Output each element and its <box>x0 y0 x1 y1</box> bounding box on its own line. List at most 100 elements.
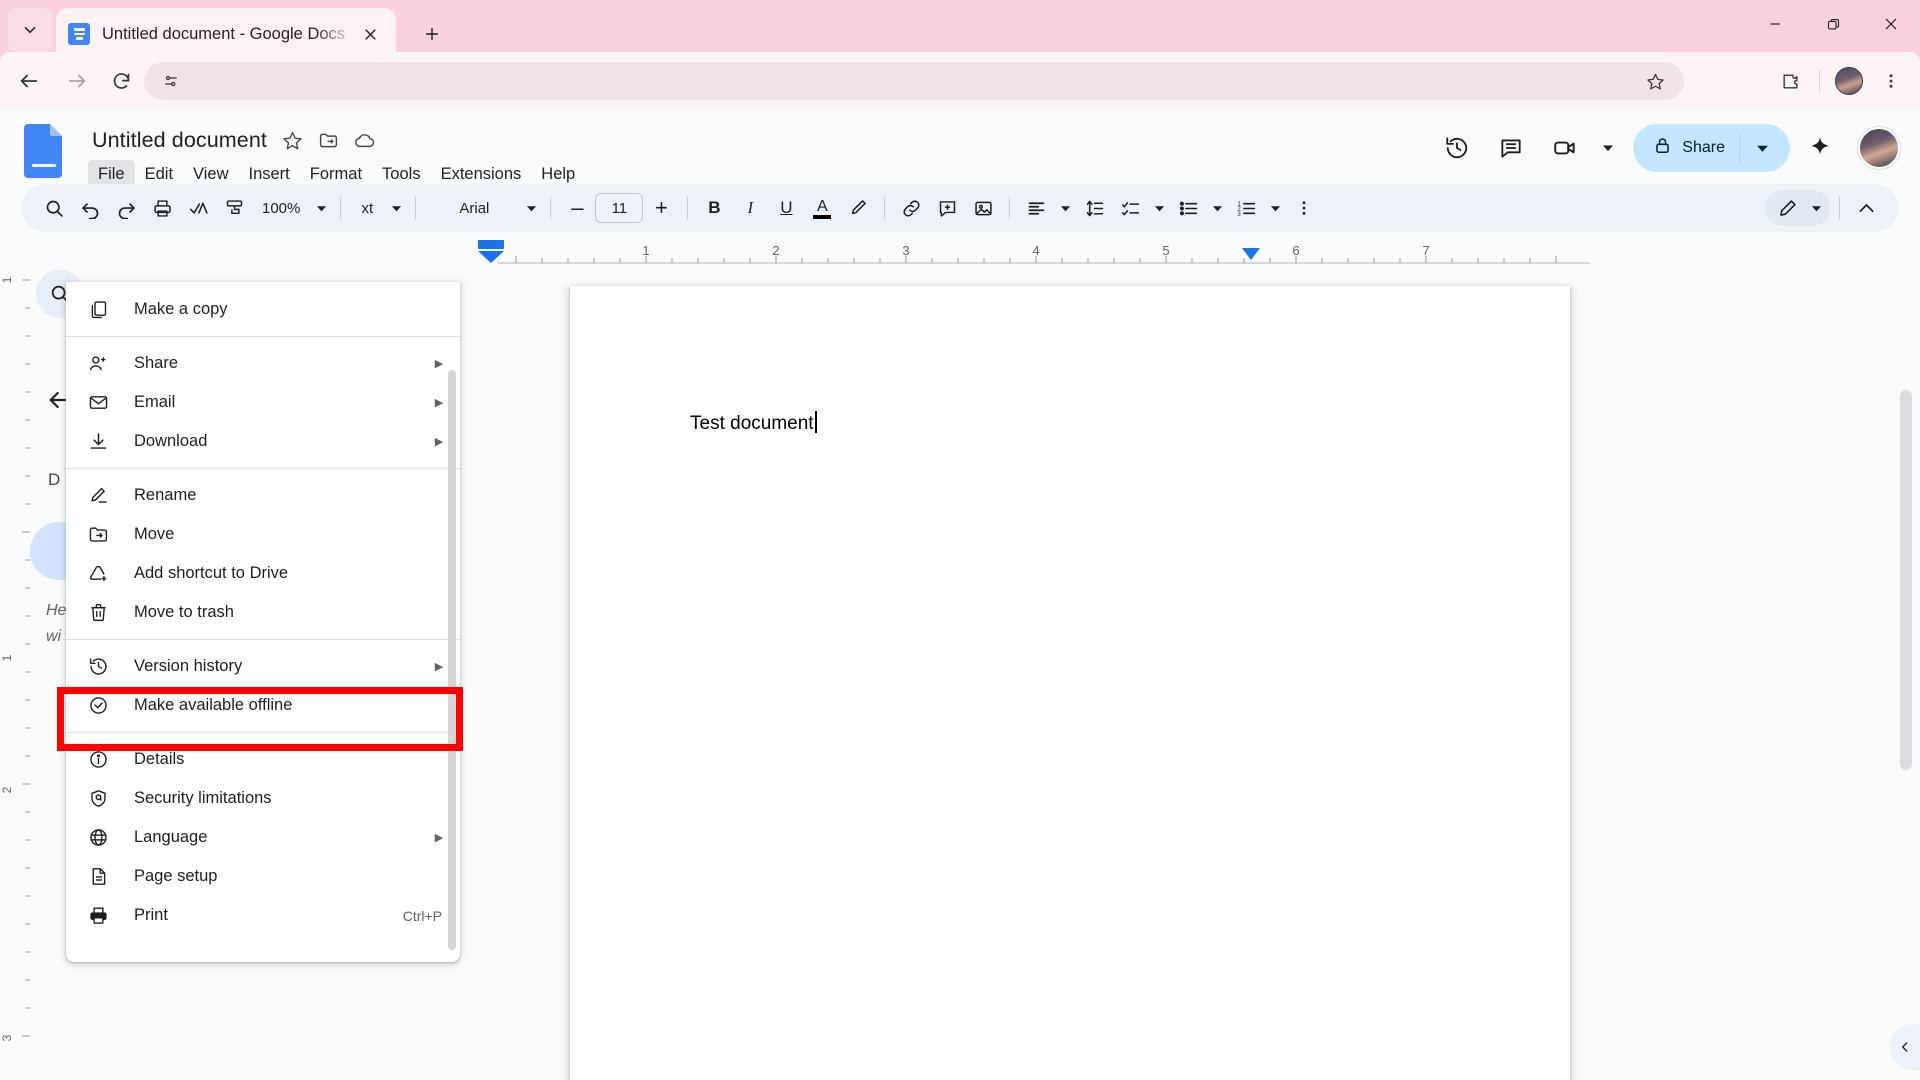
zoom-caret-icon[interactable] <box>310 203 332 214</box>
numbered-list-caret-icon[interactable] <box>1264 203 1286 214</box>
address-bar[interactable] <box>144 62 1684 100</box>
version-history-icon[interactable] <box>1433 124 1481 172</box>
collapse-toolbar-icon[interactable] <box>1848 190 1884 226</box>
svg-text:4: 4 <box>1032 243 1039 258</box>
document-body-text[interactable]: Test document <box>690 411 817 435</box>
menu-item-share[interactable]: Share ▶ <box>66 344 460 383</box>
underline-button[interactable]: U <box>768 190 804 226</box>
side-panel-expand-button[interactable] <box>1890 1024 1920 1070</box>
chrome-menu-icon[interactable] <box>1872 62 1910 100</box>
document-canvas[interactable]: Test document <box>470 266 1870 1080</box>
window-close-button[interactable] <box>1862 0 1920 48</box>
redo-icon[interactable] <box>108 190 144 226</box>
share-caret-icon[interactable] <box>1740 124 1784 172</box>
insert-link-icon[interactable] <box>893 190 929 226</box>
font-caret-icon[interactable] <box>520 203 542 214</box>
menu-item-add-shortcut-to-drive[interactable]: Add shortcut to Drive <box>66 554 460 593</box>
svg-text:6: 6 <box>1292 243 1299 258</box>
search-icon[interactable] <box>36 190 72 226</box>
menu-item-label: Make a copy <box>134 300 228 318</box>
window-maximize-button[interactable] <box>1804 0 1862 48</box>
more-options-icon[interactable] <box>1286 190 1322 226</box>
window-minimize-button[interactable] <box>1746 0 1804 48</box>
menu-item-move-to-trash[interactable]: Move to trash <box>66 593 460 632</box>
align-icon[interactable] <box>1018 190 1054 226</box>
font-family-select[interactable]: Arial <box>424 190 520 226</box>
svg-text:1: 1 <box>0 654 14 661</box>
italic-button[interactable]: I <box>732 190 768 226</box>
text-color-button[interactable]: A <box>804 190 840 226</box>
site-settings-icon[interactable] <box>154 64 188 98</box>
menu-item-page-setup[interactable]: Page setup <box>66 857 460 896</box>
checklist-icon[interactable] <box>1112 190 1148 226</box>
menu-item-make-a-copy[interactable]: Make a copy <box>66 290 460 329</box>
menu-item-version-history[interactable]: Version history ▶ <box>66 647 460 686</box>
share-button[interactable]: Share <box>1633 124 1790 172</box>
print-icon[interactable] <box>144 190 180 226</box>
bulleted-list-icon[interactable] <box>1170 190 1206 226</box>
menu-item-rename[interactable]: Rename <box>66 476 460 515</box>
document-page[interactable]: Test document <box>570 286 1570 1080</box>
browser-profile-avatar[interactable] <box>1830 62 1868 100</box>
increase-font-size-button[interactable]: + <box>643 190 679 226</box>
file-menu-scrollbar[interactable] <box>448 370 456 950</box>
decrease-font-size-button[interactable]: – <box>559 190 595 226</box>
align-caret-icon[interactable] <box>1054 203 1076 214</box>
paint-format-icon[interactable] <box>216 190 252 226</box>
account-avatar[interactable] <box>1858 127 1900 169</box>
menu-item-print[interactable]: Print Ctrl+P <box>66 896 460 935</box>
document-scrollbar[interactable] <box>1900 390 1912 770</box>
cloud-saved-icon[interactable] <box>347 123 381 157</box>
tab-search-button[interactable] <box>8 8 52 52</box>
numbered-list-icon[interactable]: 123 <box>1228 190 1264 226</box>
horizontal-ruler[interactable]: 1 2 3 4 5 6 7 <box>470 238 1870 266</box>
gemini-sparkle-icon[interactable] <box>1796 124 1844 172</box>
meet-caret-icon[interactable] <box>1595 124 1621 172</box>
editing-mode-caret-icon[interactable] <box>1805 203 1827 214</box>
page-title[interactable]: Untitled document <box>90 126 273 155</box>
bookmark-star-icon[interactable] <box>1638 64 1672 98</box>
bulleted-list-caret-icon[interactable] <box>1206 203 1228 214</box>
add-comment-icon[interactable] <box>929 190 965 226</box>
style-caret-icon[interactable] <box>385 203 407 214</box>
forward-button[interactable] <box>56 60 98 102</box>
spellcheck-icon[interactable] <box>180 190 216 226</box>
undo-icon[interactable] <box>72 190 108 226</box>
menu-item-make-available-offline[interactable]: Make available offline <box>66 686 460 725</box>
highlight-color-button[interactable] <box>840 190 876 226</box>
svg-text:7: 7 <box>1422 243 1429 258</box>
file-menu-dropdown[interactable]: Make a copy Share ▶ Email ▶ Download ▶ R… <box>66 282 460 962</box>
reload-button[interactable] <box>100 60 142 102</box>
editing-mode-chip[interactable] <box>1765 190 1831 226</box>
bold-button[interactable]: B <box>696 190 732 226</box>
google-docs-favicon <box>68 23 90 45</box>
avatar <box>1835 67 1863 95</box>
menu-item-language[interactable]: Language ▶ <box>66 818 460 857</box>
menu-separator <box>66 732 460 733</box>
info-icon <box>84 746 112 774</box>
font-size-input[interactable]: 11 <box>595 193 644 223</box>
vertical-ruler: 1 1 2 3 <box>0 260 30 1080</box>
star-icon[interactable] <box>275 123 309 157</box>
menu-item-security-limitations[interactable]: Security limitations <box>66 779 460 818</box>
menu-item-details[interactable]: Details <box>66 740 460 779</box>
menu-item-download[interactable]: Download ▶ <box>66 422 460 461</box>
menu-item-email[interactable]: Email ▶ <box>66 383 460 422</box>
new-tab-button[interactable] <box>412 14 452 54</box>
checklist-caret-icon[interactable] <box>1148 203 1170 214</box>
close-icon[interactable] <box>356 20 384 48</box>
line-spacing-icon[interactable] <box>1076 190 1112 226</box>
menu-item-move[interactable]: Move <box>66 515 460 554</box>
mail-icon <box>84 389 112 417</box>
meet-call-icon[interactable] <box>1541 124 1589 172</box>
insert-image-icon[interactable] <box>965 190 1001 226</box>
move-folder-icon[interactable] <box>311 123 345 157</box>
comment-history-icon[interactable] <box>1487 124 1535 172</box>
lock-icon <box>1653 136 1672 160</box>
pencil-icon <box>84 482 112 510</box>
paragraph-style-select[interactable]: xt <box>349 190 385 226</box>
google-docs-logo-icon[interactable] <box>22 122 68 180</box>
back-button[interactable] <box>8 60 50 102</box>
extensions-icon[interactable] <box>1771 62 1809 100</box>
zoom-level-select[interactable]: 100% <box>252 190 310 226</box>
